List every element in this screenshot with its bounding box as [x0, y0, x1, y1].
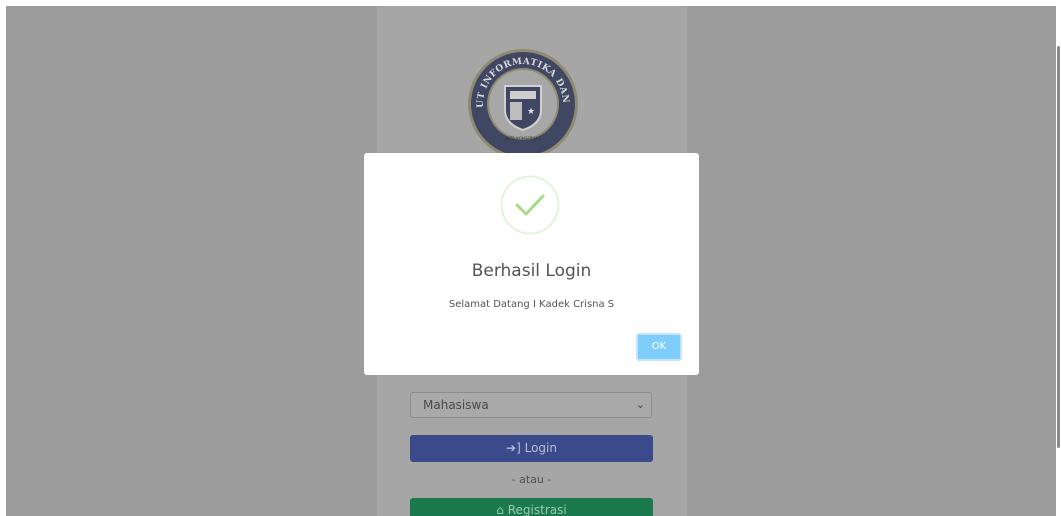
success-check-icon	[500, 175, 560, 235]
institute-seal-logo: INSTITUT INFORMATIKA DAN BISNIS ★ KOTA K…	[467, 48, 578, 159]
login-button[interactable]: ➔] Login	[410, 435, 653, 462]
role-select[interactable]: Mahasiswa ⌄	[410, 392, 652, 418]
chevron-down-icon: ⌄	[635, 398, 645, 411]
sign-in-icon: ➔]	[506, 441, 521, 455]
svg-text:★: ★	[527, 107, 535, 117]
register-button[interactable]: ⌂ Registrasi	[410, 498, 653, 516]
svg-text:KOTA KONSERVASI: KOTA KONSERVASI	[505, 136, 542, 141]
ok-button[interactable]: OK	[636, 333, 682, 361]
or-separator: - atau -	[511, 473, 552, 486]
register-button-label: Registrasi	[507, 503, 567, 516]
login-button-label: Login	[524, 441, 557, 455]
home-icon: ⌂	[496, 503, 504, 516]
success-dialog: Berhasil Login Selamat Datang I Kadek Cr…	[364, 153, 699, 375]
dialog-title: Berhasil Login	[471, 261, 592, 281]
scrollbar-thumb[interactable]	[1057, 46, 1060, 448]
dialog-message: Selamat Datang I Kadek Crisna S	[448, 299, 615, 310]
role-select-value: Mahasiswa	[423, 398, 489, 412]
